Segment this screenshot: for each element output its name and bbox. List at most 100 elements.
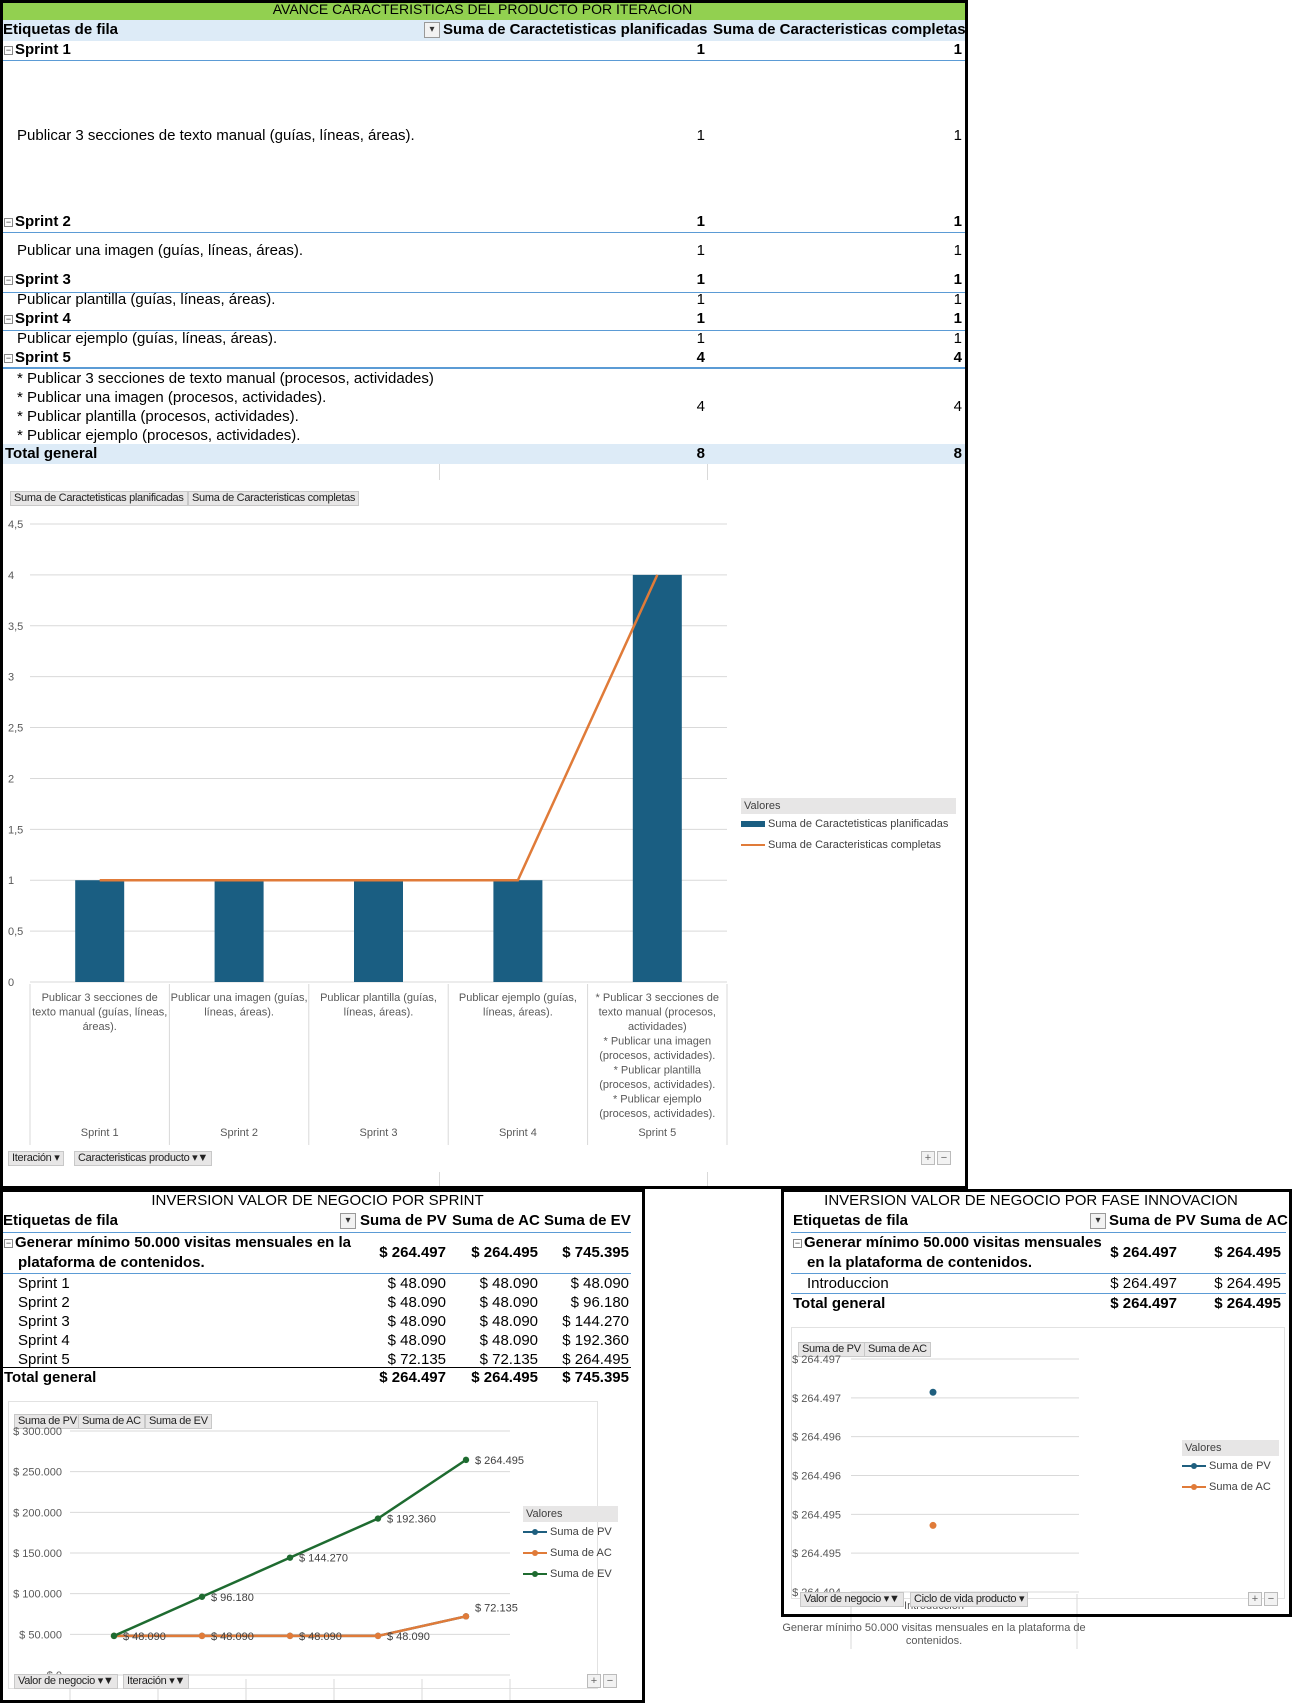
line-swatch-icon	[741, 844, 765, 847]
completed-header: Suma de Caracteristicas completas	[713, 21, 966, 38]
y-tick-label: $ 264.495	[792, 1509, 841, 1521]
planned-value: 1	[696, 41, 705, 58]
legend-item-ev[interactable]: Suma de EV	[523, 1564, 618, 1585]
sprint-group-label: − Sprint 5	[4, 349, 71, 366]
total-label: Total general	[5, 445, 98, 462]
data-label: $ 144.270	[299, 1553, 348, 1565]
collapse-icon[interactable]: −	[793, 1238, 802, 1248]
x-category-label: (procesos, actividades).	[599, 1108, 715, 1120]
expand-field-button[interactable]: +	[921, 1151, 935, 1165]
p2-ac-value: $ 48.090	[479, 1313, 538, 1330]
p2-expand-button[interactable]: +	[587, 1674, 601, 1688]
p3-expand-button[interactable]: +	[1248, 1592, 1262, 1606]
x-category-label: Publicar una imagen (guías,	[171, 992, 308, 1004]
planned-value: 1	[696, 310, 705, 327]
p2-pv-value: $ 48.090	[387, 1275, 446, 1292]
p2-sprint-label: Sprint 1	[18, 1275, 70, 1292]
p2-ev-header: Suma de EV	[544, 1212, 631, 1229]
sprint-group-label: − Sprint 4	[4, 310, 71, 327]
data-label: $ 48.090	[299, 1631, 342, 1643]
legend-item-pv[interactable]: Suma de PV	[1182, 1456, 1279, 1477]
p2-total-label: Total general	[4, 1369, 97, 1386]
field-button-iteracion[interactable]: Iteración ▾	[8, 1151, 64, 1166]
y-tick-label: 3,5	[8, 621, 23, 633]
p2-ac-value: $ 48.090	[479, 1275, 538, 1292]
chart1-value-chip[interactable]: Suma de Caracteristicas completas	[188, 491, 360, 506]
x-category-label: * Publicar plantilla	[614, 1065, 702, 1077]
p3-row-labels-filter-button[interactable]: ▾	[1090, 1213, 1106, 1229]
p2-field-button-valor[interactable]: Valor de negocio ▾▼	[14, 1674, 118, 1689]
planned-value: 1	[696, 330, 705, 347]
p2-ac-value: $ 48.090	[479, 1294, 538, 1311]
chart2-legend-title: Valores	[523, 1506, 618, 1522]
x-category-label: líneas, áreas).	[344, 1007, 414, 1019]
legend-item-completed[interactable]: Suma de Caracteristicas completas	[741, 835, 956, 856]
x-category-label: * Publicar 3 secciones de	[596, 992, 720, 1004]
sprint5-detail-line: * Publicar una imagen (procesos, activid…	[17, 389, 327, 406]
panel1-title: AVANCE CARACTERISTICAS DEL PRODUCTO POR …	[0, 0, 965, 20]
collapse-icon[interactable]: −	[4, 353, 13, 363]
data-point	[110, 1632, 118, 1640]
row-labels-filter-button[interactable]: ▾	[424, 22, 440, 38]
p3-row-labels-header: Etiquetas de fila	[793, 1212, 909, 1229]
line-swatch-icon	[1182, 1484, 1206, 1491]
x-category-label: líneas, áreas).	[204, 1007, 274, 1019]
y-tick-label: 1,5	[8, 824, 23, 836]
sprint-group-label: − Sprint 1	[4, 41, 71, 58]
sprint-group-label: − Sprint 2	[4, 213, 71, 230]
p3-group-label-line2: en la plataforma de contenidos.	[807, 1254, 1033, 1271]
p2-total-pv: $ 264.497	[379, 1369, 446, 1386]
completed-value: 1	[953, 330, 962, 347]
chart1-value-chip[interactable]: Suma de Caractetisticas planificadas	[10, 491, 188, 506]
p3-field-button-ciclo[interactable]: Ciclo de vida producto ▾	[910, 1592, 1029, 1607]
collapse-icon[interactable]: −	[4, 314, 13, 324]
feature-label: Publicar una imagen (guías, líneas, área…	[17, 242, 303, 259]
p2-total-ev: $ 745.395	[562, 1369, 629, 1386]
p2-row-labels-filter-button[interactable]: ▾	[340, 1213, 356, 1229]
legend-item-planned[interactable]: Suma de Caractetisticas planificadas	[741, 814, 956, 835]
feature-label: Publicar 3 secciones de texto manual (gu…	[17, 127, 415, 144]
legend-item-ac[interactable]: Suma de AC	[1182, 1477, 1279, 1498]
collapse-icon[interactable]: −	[4, 45, 13, 55]
p3-total-pv: $ 264.497	[1110, 1295, 1177, 1312]
p3-field-button-valor[interactable]: Valor de negocio ▾▼	[800, 1592, 904, 1607]
x-group-label: Sprint 1	[81, 1127, 119, 1139]
p2-pv-value: $ 48.090	[387, 1294, 446, 1311]
field-button-caracteristicas[interactable]: Caracteristicas producto ▾▼	[74, 1151, 212, 1166]
p3-row-ac: $ 264.495	[1214, 1275, 1281, 1292]
panel2-title: INVERSION VALOR DE NEGOCIO POR SPRINT	[151, 1192, 484, 1209]
sprint5-detail-line: * Publicar ejemplo (procesos, actividade…	[17, 427, 301, 444]
dropdown-arrow-icon: ▾	[1019, 1593, 1025, 1605]
y-tick-label: $ 264.497	[792, 1393, 841, 1405]
panel3-title: INVERSION VALOR DE NEGOCIO POR FASE INNO…	[824, 1192, 1238, 1209]
filter-icon: ▾▼	[192, 1152, 208, 1164]
collapse-icon[interactable]: −	[4, 275, 13, 285]
p2-field-button-iteracion[interactable]: Iteración ▾▼	[123, 1674, 190, 1689]
p2-collapse-button[interactable]: −	[603, 1674, 617, 1688]
p2-sprint-label: Sprint 4	[18, 1332, 70, 1349]
completed-value: 1	[953, 127, 962, 144]
p2-pv-header: Suma de PV	[360, 1212, 447, 1229]
p3-total-label: Total general	[793, 1295, 886, 1312]
data-point	[286, 1554, 294, 1561]
x-category-label: * Publicar ejemplo	[613, 1094, 702, 1106]
feature-label: Publicar ejemplo (guías, líneas, áreas).	[17, 330, 278, 347]
p2-ev-value: $ 96.180	[570, 1294, 629, 1311]
data-label: $ 48.090	[123, 1631, 166, 1643]
collapse-icon[interactable]: −	[4, 1238, 13, 1248]
y-tick-label: 0,5	[8, 926, 23, 938]
panel-business-value-phase: INVERSION VALOR DE NEGOCIO POR FASE INNO…	[781, 1189, 1292, 1649]
data-point	[929, 1521, 937, 1529]
legend-item-pv[interactable]: Suma de PV	[523, 1522, 618, 1543]
legend-item-ac[interactable]: Suma de AC	[523, 1543, 618, 1564]
p2-group-ac: $ 264.495	[471, 1244, 538, 1261]
x-group-label: Sprint 2	[220, 1127, 258, 1139]
p3-collapse-button[interactable]: −	[1264, 1592, 1278, 1606]
chart1-legend: Valores Suma de Caractetisticas planific…	[741, 798, 956, 856]
collapse-field-button[interactable]: −	[937, 1151, 951, 1165]
planned-value: 1	[696, 271, 705, 288]
planned-value: 1	[696, 242, 705, 259]
p2-sprint-label: Sprint 2	[18, 1294, 70, 1311]
y-tick-label: 0	[8, 977, 14, 989]
collapse-icon[interactable]: −	[4, 217, 13, 227]
